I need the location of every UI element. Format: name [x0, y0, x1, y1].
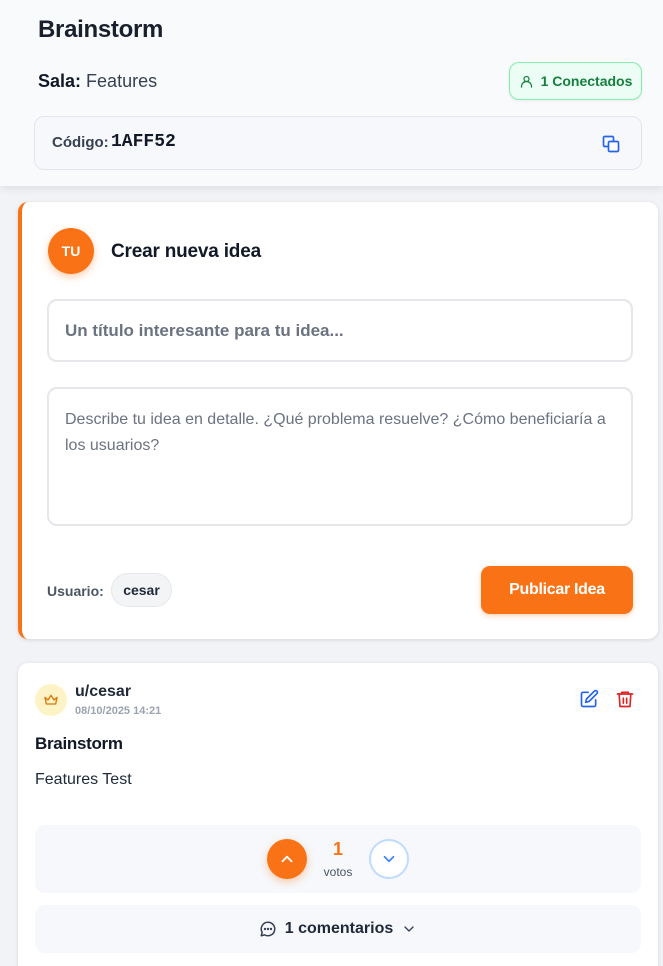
avatar: TU — [48, 228, 94, 274]
room-name: Features — [86, 71, 158, 91]
create-idea-title: Crear nueva idea — [111, 241, 261, 262]
idea-card: u/cesar 08/10/2025 14:21 Brainstorm Feat… — [18, 663, 658, 966]
comments-toggle[interactable]: 1 comentarios — [35, 905, 641, 953]
app-title: Brainstorm — [38, 16, 164, 43]
user-label: Usuario: — [47, 583, 104, 599]
idea-title-input[interactable] — [47, 299, 633, 362]
user-icon — [520, 75, 532, 88]
post-body: Features Test — [35, 771, 132, 788]
room-code: 1AFF52 — [111, 132, 176, 152]
votes-label: votos — [323, 865, 353, 879]
post-date: 08/10/2025 14:21 — [75, 705, 162, 717]
connected-count: 1 Conectados — [540, 73, 633, 89]
user-chip: cesar — [111, 573, 172, 607]
post-author: u/cesar — [75, 683, 132, 700]
chevron-up-icon — [281, 855, 293, 863]
create-idea-card: TU Crear nueva idea Usuario: cesar Publi… — [18, 202, 658, 639]
code-label: Código: — [52, 134, 109, 151]
comments-label: 1 comentarios — [284, 920, 394, 937]
comment-icon — [260, 921, 276, 937]
room-info: Sala: Features — [38, 71, 157, 92]
chevron-down-icon — [383, 855, 395, 863]
copy-icon[interactable] — [601, 134, 621, 154]
connected-badge: 1 Conectados — [509, 62, 642, 100]
idea-description-input[interactable] — [47, 387, 633, 526]
crown-icon — [44, 694, 58, 705]
room-code-box: Código: 1AFF52 — [34, 116, 642, 170]
room-label: Sala: — [38, 71, 82, 91]
trash-icon[interactable] — [615, 689, 635, 709]
downvote-button[interactable] — [369, 839, 409, 879]
vote-panel: 1 votos — [35, 825, 641, 893]
room-header: Brainstorm Sala: Features 1 Conectados C… — [0, 0, 663, 186]
edit-icon[interactable] — [579, 689, 599, 709]
chevron-down-icon — [404, 926, 414, 932]
publish-idea-button[interactable]: Publicar Idea — [481, 566, 633, 614]
post-title: Brainstorm — [35, 734, 123, 753]
author-avatar — [35, 684, 67, 716]
vote-count: 1 — [332, 839, 343, 859]
upvote-button[interactable] — [267, 839, 307, 879]
